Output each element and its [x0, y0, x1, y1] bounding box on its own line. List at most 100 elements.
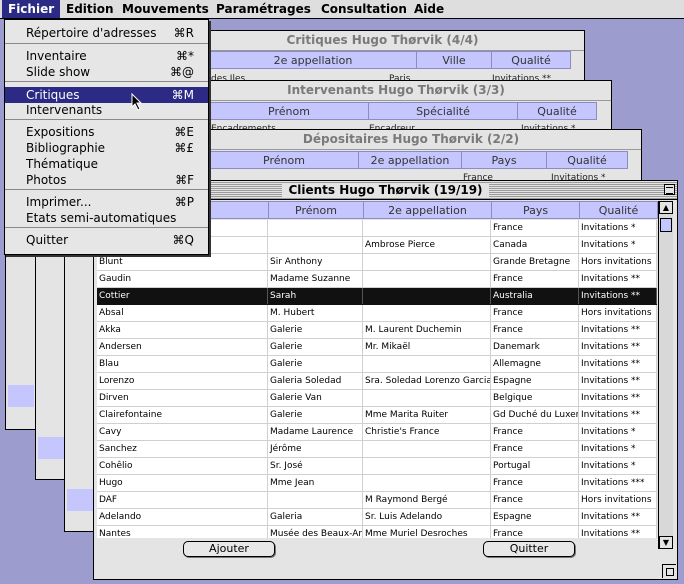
cell-appellation: [363, 458, 491, 474]
column-header-2e-appellation[interactable]: 2e appellation: [358, 151, 462, 169]
cell-appellation: Sra. Soledad Lorenzo Garcia: [363, 373, 491, 389]
mouse-pointer-icon: [131, 93, 143, 111]
menu-item-expositions[interactable]: Expositions ⌘E: [5, 124, 208, 140]
table-row[interactable]: Lorenzo Galeria Soledad Sra. Soledad Loren…: [97, 373, 657, 390]
table-row[interactable]: Hugo Mme Jean France Invitations ***: [97, 475, 657, 492]
window-intervenants[interactable]: Intervenants Hugo Thørvik (3/3) Prénom S…: [180, 80, 612, 136]
column-header-pays[interactable]: Pays: [461, 151, 547, 169]
cell-prenom: Galeria Soledad: [268, 373, 363, 389]
fichier-menu: Répertoire d'adresses ⌘R Inventaire ⌘* Slide…: [4, 19, 209, 255]
scroll-thumb[interactable]: [660, 218, 672, 232]
cell-appellation: Mme Marita Ruiter: [363, 407, 491, 423]
menu-item-shortcut: ⌘M: [171, 88, 194, 102]
cell-prenom: Galerie: [268, 322, 363, 338]
add-button[interactable]: Ajouter: [183, 541, 275, 557]
cell-prenom: Madame Suzanne: [268, 271, 363, 287]
window-title[interactable]: Dépositaires Hugo Thørvik (2/2): [181, 130, 641, 150]
cell-pays: Canada: [491, 237, 579, 253]
cell-qualite: Invitations **: [579, 373, 657, 389]
menu-item-imprimer[interactable]: Imprimer... ⌘P: [5, 194, 208, 210]
cell-pays: Danemark: [491, 339, 579, 355]
table-row[interactable]: Blunt Sir Anthony Grande Bretagne Hors invi…: [97, 254, 657, 271]
table-row[interactable]: Cavy Madame Laurence Christie's France Fran…: [97, 424, 657, 441]
menu-item-label: Critiques: [26, 88, 80, 102]
cell-pays: France: [491, 492, 579, 508]
cell-pays: France: [491, 220, 579, 236]
window-edge-selection: [67, 489, 93, 511]
menu-item-label: Imprimer...: [26, 195, 92, 209]
menu-fichier[interactable]: Fichier: [2, 0, 61, 18]
menu-item-label: Intervenants: [26, 103, 103, 117]
cell-nom: Dirven: [97, 390, 268, 406]
cell-pays: Australia: [491, 288, 579, 304]
quit-button[interactable]: Quitter: [483, 541, 575, 557]
table-row[interactable]: Dirven Galerie Van Belgique Invitations **: [97, 390, 657, 407]
menu-item-shortcut: ⌘P: [174, 195, 194, 209]
table-row[interactable]: Cottier Sarah Australia Invitations **: [97, 288, 657, 305]
cell-appellation: [363, 271, 491, 287]
menu-item-quitter[interactable]: Quitter ⌘Q: [5, 232, 208, 248]
menu-separator: [5, 43, 208, 44]
menu-parametrages[interactable]: Paramétrages: [210, 0, 317, 18]
resize-handle-icon[interactable]: [662, 564, 676, 578]
menu-item-repertoire-adresses[interactable]: Répertoire d'adresses ⌘R: [5, 25, 208, 41]
menu-edition[interactable]: Edition: [60, 0, 120, 18]
cell-appellation: Christie's France: [363, 424, 491, 440]
table-row[interactable]: Akka Galerie M. Laurent Duchemin France Invi…: [97, 322, 657, 339]
menu-item-etats-semi-automatiques[interactable]: Etats semi-automatiques: [5, 210, 208, 226]
cell-qualite: Invitations *: [579, 458, 657, 474]
window-edge-selection: [8, 385, 34, 407]
menu-item-shortcut: ⌘*: [176, 49, 194, 63]
cell-prenom: Sr. José: [268, 458, 363, 474]
cell-appellation: Sr. Luis Adelando: [363, 509, 491, 525]
clients-table[interactable]: France Invitations * Ambrose Pierce Canada I…: [97, 220, 657, 544]
table-row[interactable]: Andersen Galerie Mr. Mikaël Danemark Invitat…: [97, 339, 657, 356]
cell-pays: France: [491, 424, 579, 440]
cell-pays: Espagne: [491, 509, 579, 525]
column-header-prenom[interactable]: Prénom: [209, 151, 359, 169]
column-header-specialite[interactable]: Spécialité: [368, 102, 518, 120]
table-row[interactable]: DAF M Raymond Bergé France Hors invitations: [97, 492, 657, 509]
menu-consultation[interactable]: Consultation: [315, 0, 413, 18]
window-edge-selection: [38, 437, 64, 459]
cell-appellation: [363, 305, 491, 321]
menu-item-intervenants[interactable]: Intervenants: [5, 102, 208, 118]
menu-item-bibliographie[interactable]: Bibliographie ⌘£: [5, 140, 208, 156]
zoom-box-icon[interactable]: [664, 184, 675, 195]
table-row[interactable]: Absal M. Hubert France Hors invitations: [97, 305, 657, 322]
cell-qualite: Hors invitations: [579, 492, 657, 508]
column-header-qualite[interactable]: Qualité: [491, 51, 571, 69]
menu-mouvements[interactable]: Mouvements: [116, 0, 215, 18]
column-header-qualite[interactable]: Qualité: [579, 201, 658, 219]
column-header-qualite[interactable]: Qualité: [546, 151, 628, 169]
scroll-up-arrow-icon[interactable]: ▲: [659, 201, 673, 214]
cell-pays: France: [491, 441, 579, 457]
window-title[interactable]: Intervenants Hugo Thørvik (3/3): [181, 81, 611, 101]
scroll-down-arrow-icon[interactable]: ▼: [659, 536, 673, 549]
table-row[interactable]: Blau Galerie Allemagne Invitations **: [97, 356, 657, 373]
column-header-prenom[interactable]: Prénom: [209, 102, 369, 120]
table-row[interactable]: Gaudin Madame Suzanne France Invitations **: [97, 271, 657, 288]
column-header-2e-appellation[interactable]: 2e appellation: [363, 201, 492, 219]
menu-item-inventaire[interactable]: Inventaire ⌘*: [5, 48, 208, 64]
column-header-pays[interactable]: Pays: [491, 201, 580, 219]
table-row[interactable]: Cohêlio Sr. José Portugal Invitations *: [97, 458, 657, 475]
window-title[interactable]: Critiques Hugo Thørvik (4/4): [181, 31, 584, 51]
table-row[interactable]: Clairefontaine Galerie Mme Marita Ruiter Gd…: [97, 407, 657, 424]
column-header-qualite[interactable]: Qualité: [517, 102, 597, 120]
table-row[interactable]: Sanchez Jérôme France Invitations *: [97, 441, 657, 458]
vertical-scrollbar[interactable]: ▲ ▼: [658, 201, 673, 549]
window-depositaires[interactable]: Dépositaires Hugo Thørvik (2/2) Prénom 2…: [180, 129, 642, 185]
menu-item-thematique[interactable]: Thématique: [5, 156, 208, 172]
column-header-ville[interactable]: Ville: [416, 51, 492, 69]
cell-qualite: Invitations *: [579, 424, 657, 440]
menu-item-slide-show[interactable]: Slide show ⌘@: [5, 64, 208, 80]
column-header-prenom[interactable]: Prénom: [268, 201, 364, 219]
table-row[interactable]: Adelando Galeria Sr. Luis Adelando Espagne I…: [97, 509, 657, 526]
menu-item-photos[interactable]: Photos ⌘F: [5, 172, 208, 188]
column-header-2e-appellation[interactable]: 2e appellation: [209, 51, 417, 69]
menu-item-critiques[interactable]: Critiques ⌘M: [5, 87, 208, 103]
cell-pays: France: [491, 475, 579, 491]
cell-prenom: Galerie: [268, 356, 363, 372]
menu-aide[interactable]: Aide: [408, 0, 450, 18]
